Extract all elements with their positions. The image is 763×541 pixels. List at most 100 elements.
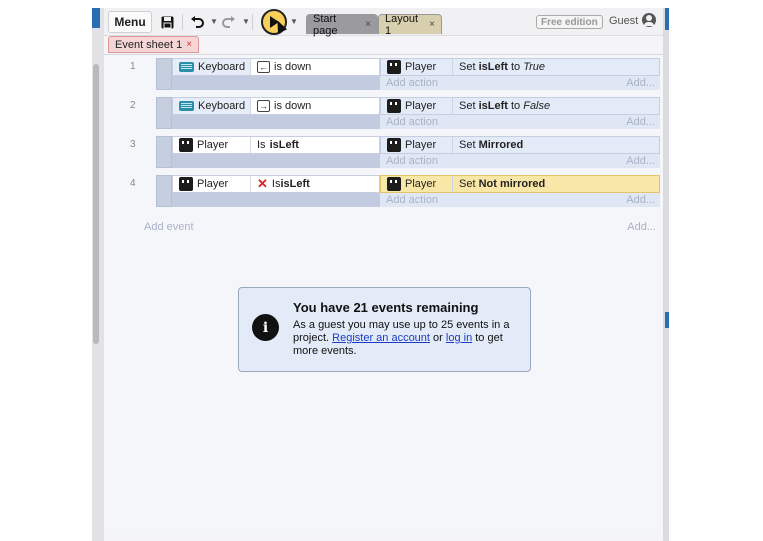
event-row[interactable]: 2 Keyboard → is down Player Set isLeft t…: [104, 95, 663, 131]
keyboard-icon: [179, 62, 194, 72]
condition[interactable]: Player Is isLeft: [172, 136, 380, 154]
condition-variable: isLeft: [280, 178, 310, 190]
preview-dropdown-icon[interactable]: ▼: [290, 17, 298, 26]
free-edition-badge[interactable]: Free edition: [536, 15, 603, 29]
event-handle[interactable]: [156, 136, 172, 168]
action[interactable]: Player Set isLeft to True: [380, 58, 660, 76]
action-text[interactable]: Set Mirrored: [453, 139, 523, 151]
close-icon[interactable]: ×: [429, 19, 435, 30]
object-name: Player: [405, 100, 437, 112]
user-account-icon[interactable]: [642, 13, 656, 27]
add-action-link[interactable]: Add action: [386, 77, 438, 89]
action-verb: Set: [459, 139, 479, 151]
screen: Menu ▼ ▼ ▼ Start page × Layout 1 × Free …: [0, 0, 763, 541]
condition-text[interactable]: ← is down: [251, 61, 311, 73]
action-text[interactable]: Set Not mirrored: [453, 178, 545, 190]
toolbar-divider: [252, 14, 253, 30]
add-more-link[interactable]: Add...: [626, 194, 655, 206]
action-selected[interactable]: Player Set Not mirrored: [380, 175, 660, 193]
add-more-link[interactable]: Add...: [627, 221, 656, 233]
action-connector: to: [507, 61, 524, 73]
condition[interactable]: Keyboard ← is down: [172, 58, 380, 76]
action-object[interactable]: Player: [381, 59, 453, 75]
action-connector: to: [507, 100, 524, 112]
action-object[interactable]: Player: [381, 98, 453, 114]
event-number: 1: [130, 61, 136, 72]
object-name: Player: [405, 178, 437, 190]
condition-object[interactable]: Player: [173, 137, 251, 153]
condition[interactable]: Player ✕ Is isLeft: [172, 175, 380, 193]
left-scrollbar[interactable]: [93, 64, 99, 344]
right-panel-edge: [663, 8, 669, 541]
keyboard-icon: [179, 101, 194, 111]
action-variable: isLeft: [478, 61, 508, 73]
event-handle[interactable]: [156, 175, 172, 207]
object-name: Keyboard: [198, 100, 246, 112]
add-more-link[interactable]: Add...: [626, 155, 655, 167]
condition-drop-area[interactable]: [172, 115, 380, 129]
event-row[interactable]: 3 Player Is isLeft Player Set Mirrored A…: [104, 134, 663, 170]
add-action-link[interactable]: Add action: [386, 116, 438, 128]
add-action-row[interactable]: Add action Add...: [380, 76, 660, 90]
condition-drop-area[interactable]: [172, 193, 380, 207]
add-more-link[interactable]: Add...: [626, 116, 655, 128]
condition-text[interactable]: Is isLeft: [251, 139, 299, 151]
add-action-link[interactable]: Add action: [386, 155, 438, 167]
user-label[interactable]: Guest: [609, 15, 638, 27]
condition[interactable]: Keyboard → is down: [172, 97, 380, 115]
player-sprite-icon: [387, 177, 401, 191]
event-number: 4: [130, 178, 136, 189]
close-icon[interactable]: ×: [365, 19, 371, 30]
action-value: False: [523, 100, 551, 112]
player-sprite-icon: [179, 177, 193, 191]
register-account-link[interactable]: Register an account: [332, 332, 430, 344]
action-value: Mirrored: [478, 139, 524, 151]
events-remaining-notice: i You have 21 events remaining As a gues…: [238, 287, 531, 372]
right-edge-marker: [665, 312, 669, 328]
add-action-row[interactable]: Add action Add...: [380, 115, 660, 129]
action-object[interactable]: Player: [381, 176, 453, 192]
log-in-link[interactable]: log in: [446, 332, 472, 344]
tab-label: Event sheet 1: [115, 38, 183, 51]
redo-icon[interactable]: [220, 11, 238, 33]
action-text[interactable]: Set isLeft to True: [453, 61, 545, 73]
event-row[interactable]: 1 Keyboard ← is down Player Set isLeft t…: [104, 56, 663, 92]
event-row[interactable]: 4 Player ✕ Is isLeft Player Set Not mirro…: [104, 173, 663, 209]
add-action-link[interactable]: Add action: [386, 194, 438, 206]
close-icon[interactable]: ×: [186, 39, 192, 50]
action-object[interactable]: Player: [381, 137, 453, 153]
menu-button[interactable]: Menu: [108, 11, 152, 33]
condition-drop-area[interactable]: [172, 154, 380, 168]
player-sprite-icon: [387, 138, 401, 152]
tab-start-page[interactable]: Start page ×: [306, 12, 378, 37]
add-action-row[interactable]: Add action Add...: [380, 154, 660, 168]
tab-label: Layout 1: [385, 12, 419, 37]
action[interactable]: Player Set isLeft to False: [380, 97, 660, 115]
event-handle[interactable]: [156, 97, 172, 129]
main-toolbar: Menu ▼ ▼ ▼ Start page × Layout 1 × Free …: [104, 8, 663, 37]
condition-text[interactable]: ✕ Is isLeft: [251, 176, 310, 192]
tab-layout-1[interactable]: Layout 1 ×: [378, 12, 442, 37]
condition-object[interactable]: Keyboard: [173, 98, 251, 114]
left-edge-marker: [92, 8, 100, 28]
condition-object[interactable]: Player: [173, 176, 251, 192]
event-handle[interactable]: [156, 58, 172, 90]
undo-dropdown-icon[interactable]: ▼: [210, 17, 218, 26]
add-action-row[interactable]: Add action Add...: [380, 193, 660, 207]
redo-dropdown-icon[interactable]: ▼: [242, 17, 250, 26]
player-sprite-icon: [387, 99, 401, 113]
action[interactable]: Player Set Mirrored: [380, 136, 660, 154]
add-event-row[interactable]: Add event Add...: [144, 221, 656, 233]
object-name: Player: [197, 178, 229, 190]
save-icon[interactable]: [158, 11, 176, 33]
tab-event-sheet-1[interactable]: Event sheet 1 ×: [108, 36, 200, 53]
add-more-link[interactable]: Add...: [626, 77, 655, 89]
condition-text[interactable]: → is down: [251, 100, 311, 112]
action-text[interactable]: Set isLeft to False: [453, 100, 550, 112]
object-name: Player: [405, 139, 437, 151]
add-event-link[interactable]: Add event: [144, 221, 194, 233]
condition-object[interactable]: Keyboard: [173, 59, 251, 75]
tab-label: Start page: [313, 12, 338, 37]
undo-icon[interactable]: [188, 11, 206, 33]
condition-drop-area[interactable]: [172, 76, 380, 90]
